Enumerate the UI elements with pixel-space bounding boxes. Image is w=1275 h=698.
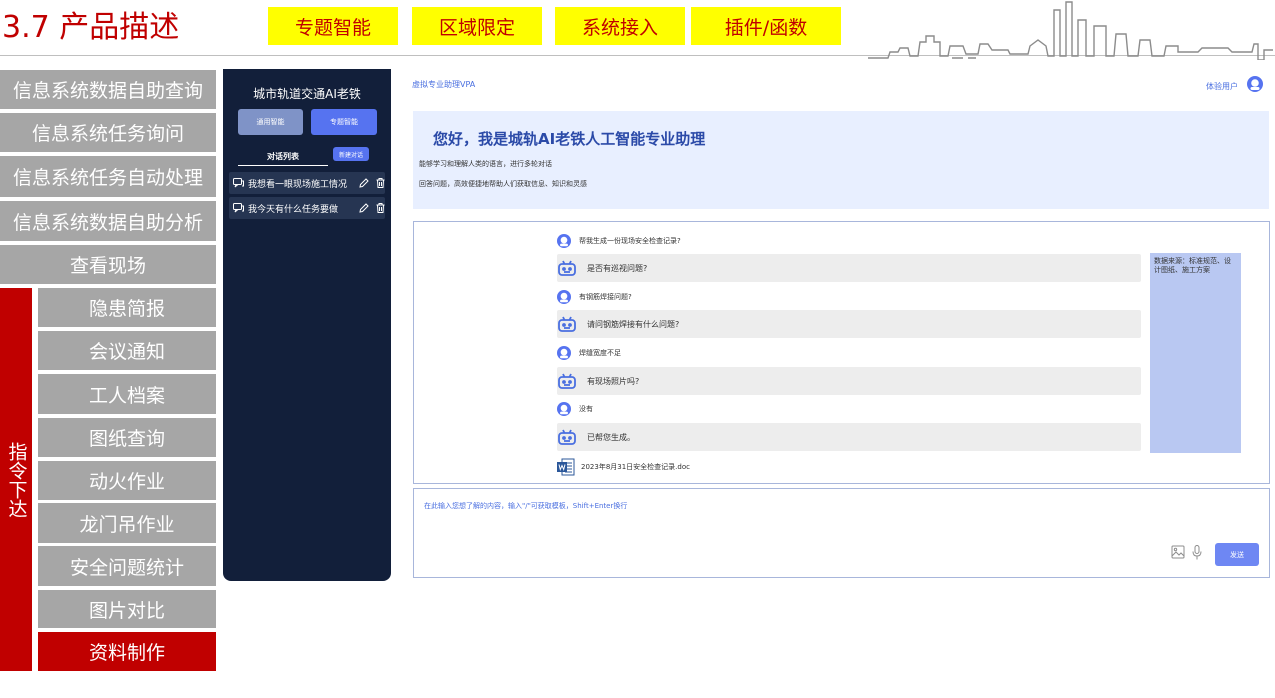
user-avatar-icon: [557, 290, 571, 304]
message-input-placeholder[interactable]: 在此输入您想了解的内容，输入"/"可获取模板，Shift+Enter换行: [424, 501, 627, 511]
conversation-title: 我想看一眼现场施工情况: [248, 179, 348, 190]
message-input-area[interactable]: 在此输入您想了解的内容，输入"/"可获取模板，Shift+Enter换行 发送: [413, 488, 1270, 578]
menu-sub-gantry-crane[interactable]: 龙门吊作业: [38, 503, 216, 543]
user-avatar-icon[interactable]: [1247, 76, 1263, 92]
user-message: 没有: [557, 402, 593, 416]
word-document-icon: [557, 458, 575, 476]
command-label: 指令下达: [0, 288, 32, 671]
menu-item-data-query[interactable]: 信息系统数据自助查询: [0, 70, 216, 109]
menu-sub-drawing-query[interactable]: 图纸查询: [38, 418, 216, 457]
menu-item-task-inquiry[interactable]: 信息系统任务询问: [0, 113, 216, 152]
app-sidebar: 城市轨道交通AI老铁 通用智能 专题智能 对话列表 新建对话 我想看一眼现场施工…: [223, 69, 391, 581]
welcome-line-2: 回答问题，高效便捷地帮助人们获取信息、知识和灵感: [419, 180, 587, 188]
user-label[interactable]: 体验用户: [1206, 81, 1238, 92]
conversation-item[interactable]: 我今天有什么任务要做: [229, 197, 385, 219]
menu-sub-hazard-brief[interactable]: 隐患简报: [38, 288, 216, 327]
robot-icon: [558, 260, 576, 276]
tag-plugin-function: 插件/函数: [691, 7, 841, 45]
conversation-item[interactable]: 我想看一眼现场施工情况: [229, 172, 385, 194]
welcome-title: 您好，我是城轨AI老铁人工智能专业助理: [433, 130, 706, 148]
robot-icon: [558, 429, 576, 445]
special-intelligence-button[interactable]: 专题智能: [311, 109, 377, 135]
bot-message: 已帮您生成。: [557, 423, 1141, 451]
bot-message: 有现场照片吗?: [557, 367, 1141, 395]
new-conversation-button[interactable]: 新建对话: [333, 147, 369, 161]
generated-document[interactable]: 2023年8月31日安全检查记录.doc: [557, 458, 690, 476]
menu-sub-image-compare[interactable]: 图片对比: [38, 590, 216, 628]
send-button[interactable]: 发送: [1215, 543, 1259, 566]
user-avatar-icon: [557, 402, 571, 416]
document-name: 2023年8月31日安全检查记录.doc: [581, 463, 690, 471]
user-avatar-icon: [557, 346, 571, 360]
robot-icon: [558, 373, 576, 389]
chat-panel: 帮我生成一份现场安全检查记录? 是否有巡视问题? 有钢筋焊接问题? 请问钢筋焊接…: [413, 221, 1270, 484]
slide-title: 3.7 产品描述: [2, 10, 180, 45]
user-message: 有钢筋焊接问题?: [557, 290, 632, 304]
sidebar-title: 城市轨道交通AI老铁: [253, 87, 361, 101]
menu-item-data-analysis[interactable]: 信息系统数据自助分析: [0, 201, 216, 241]
robot-icon: [558, 316, 576, 332]
delete-icon[interactable]: [376, 178, 385, 188]
user-message: 焊缝宽度不足: [557, 346, 621, 360]
tag-special-intelligence: 专题智能: [268, 7, 398, 45]
menu-sub-document-making[interactable]: 资料制作: [38, 632, 216, 671]
user-message: 帮我生成一份现场安全检查记录?: [557, 234, 681, 248]
menu-sub-meeting-notice[interactable]: 会议通知: [38, 331, 216, 370]
welcome-line-1: 能够学习和理解人类的语言，进行多轮对话: [419, 160, 552, 168]
image-upload-icon[interactable]: [1171, 545, 1185, 559]
bot-message: 请问钢筋焊接有什么问题?: [557, 310, 1141, 338]
menu-item-view-site[interactable]: 查看现场: [0, 245, 216, 284]
menu-item-task-auto-processing[interactable]: 信息系统任务自动处理: [0, 156, 216, 197]
conversation-list-label[interactable]: 对话列表: [238, 151, 328, 166]
microphone-icon[interactable]: [1192, 545, 1202, 560]
app-title: 虚拟专业助理VPA: [412, 80, 476, 89]
edit-icon[interactable]: [359, 203, 369, 213]
delete-icon[interactable]: [376, 203, 385, 213]
edit-icon[interactable]: [359, 178, 369, 188]
skyline-decoration-icon: [868, 1, 1273, 60]
tag-system-access: 系统接入: [555, 7, 685, 45]
menu-sub-safety-stats[interactable]: 安全问题统计: [38, 546, 216, 586]
menu-sub-hot-work[interactable]: 动火作业: [38, 461, 216, 500]
general-intelligence-button[interactable]: 通用智能: [238, 109, 303, 135]
user-avatar-icon: [557, 234, 571, 248]
slide: 3.7 产品描述 专题智能 区域限定 系统接入 插件/函数 信息系统数据自助查询…: [0, 0, 1275, 698]
tag-region-limited: 区域限定: [412, 7, 542, 45]
chat-bubble-icon: [233, 178, 244, 188]
menu-sub-worker-archive[interactable]: 工人档案: [38, 374, 216, 414]
chat-bubble-icon: [233, 203, 244, 213]
welcome-banner: 您好，我是城轨AI老铁人工智能专业助理 能够学习和理解人类的语言，进行多轮对话 …: [413, 111, 1269, 209]
bot-message: 是否有巡视问题?: [557, 254, 1141, 282]
data-source-note: 数据来源：标准规范、设计图纸、施工方案: [1150, 253, 1241, 453]
conversation-title: 我今天有什么任务要做: [248, 204, 339, 215]
